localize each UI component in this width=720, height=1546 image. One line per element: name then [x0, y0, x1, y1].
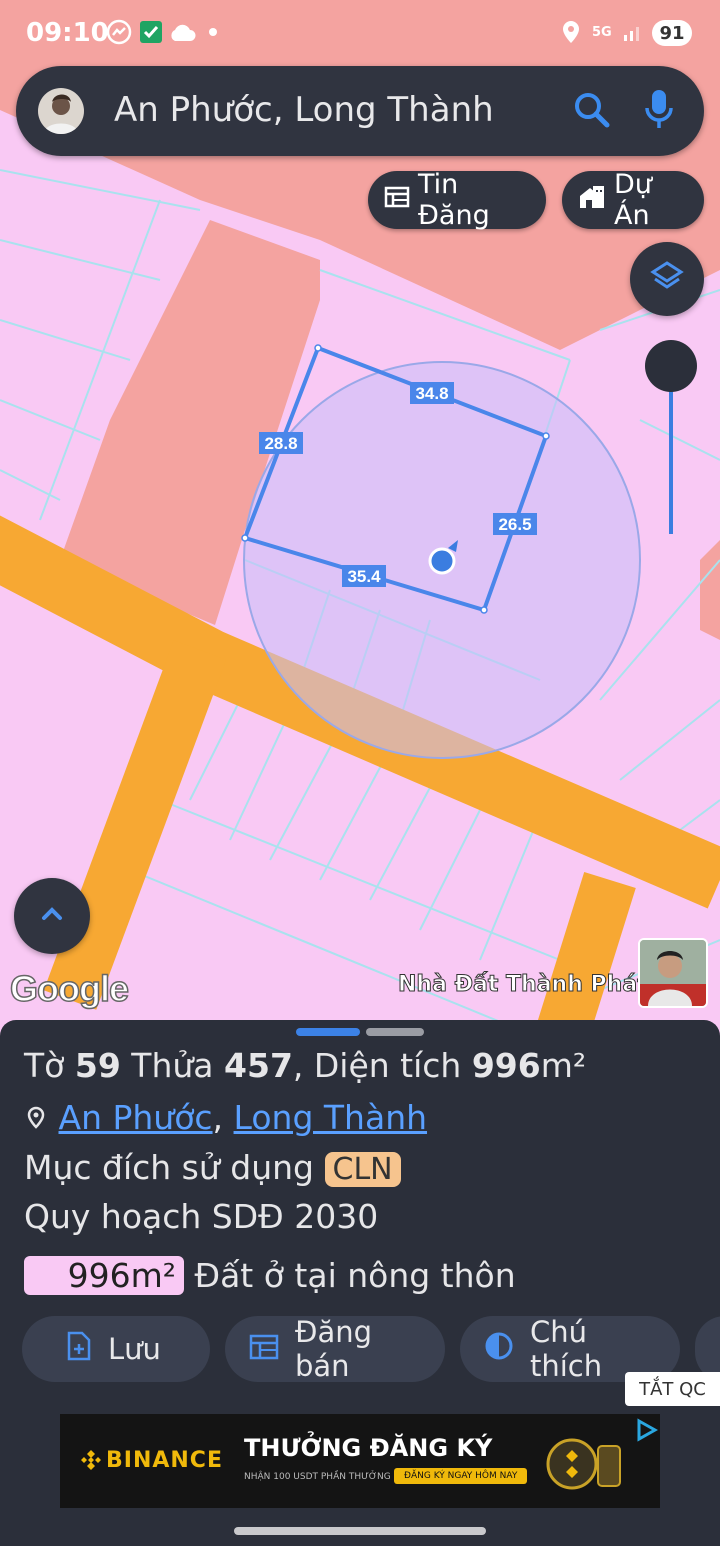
home-gesture-bar[interactable] [234, 1527, 486, 1535]
contrast-icon [484, 1331, 514, 1368]
search-bar[interactable]: An Phước, Long Thành [16, 66, 704, 156]
listing-board-icon [249, 1332, 279, 1367]
du-an-button[interactable]: Dự Án [562, 169, 704, 231]
notification-dot-icon [208, 18, 218, 46]
edge-label-bottom: 35.4 [342, 565, 386, 587]
tin-dang-button[interactable]: Tin Đăng [368, 169, 546, 231]
edge-label-bottom-text: 35.4 [347, 567, 381, 586]
edge-label-left-text: 28.8 [264, 434, 297, 453]
edge-label-top-text: 34.8 [415, 384, 448, 403]
map-view[interactable]: 34.8 28.8 26.5 35.4 [0, 0, 720, 1040]
ad-headline: THƯỞNG ĐĂNG KÝ [244, 1434, 493, 1462]
listing-icon [384, 185, 410, 216]
sheet-number: 59 [74, 1046, 121, 1085]
app-check-icon [138, 18, 164, 46]
battery-level: 91 [652, 20, 692, 46]
sheet-handle[interactable] [296, 1028, 360, 1036]
google-logo: Google [9, 967, 130, 1010]
map-canvas[interactable]: 34.8 28.8 26.5 35.4 [0, 0, 720, 1040]
parcel-summary: Tờ 59 Thửa 457, Diện tích 996m² [24, 1046, 587, 1085]
edge-label-left: 28.8 [259, 432, 303, 454]
close-ad-button[interactable]: TẮT QC [625, 1372, 720, 1406]
plan-title: Quy hoạch SDĐ 2030 [24, 1197, 379, 1236]
ad-choices-icon[interactable] [634, 1418, 659, 1447]
location-outline-icon [24, 1098, 48, 1137]
ad-banner[interactable]: BINANCE THƯỞNG ĐĂNG KÝ NHẬN 100 USDT PHẦ… [60, 1414, 660, 1508]
plan-land-type: Đất ở tại nông thôn [194, 1256, 516, 1295]
signal-icon [622, 18, 644, 46]
edge-label-right-text: 26.5 [498, 515, 531, 534]
edge-label-top: 34.8 [410, 382, 454, 404]
search-icon[interactable] [572, 90, 612, 135]
add-file-icon [66, 1331, 92, 1368]
layers-icon [649, 259, 685, 300]
parcel-number: 457 [224, 1046, 293, 1085]
purpose-code-badge: CLN [324, 1152, 401, 1187]
opacity-slider-knob[interactable] [645, 340, 697, 392]
building-icon [578, 184, 606, 217]
parcel-area: 996 [471, 1046, 541, 1085]
chevron-up-icon [38, 904, 66, 929]
post-sale-button[interactable]: Đăng bán [225, 1315, 445, 1383]
ad-cta[interactable]: ĐĂNG KÝ NGAY HÔM NAY [394, 1468, 528, 1484]
messenger-icon [106, 18, 132, 46]
ad-coin-icon [544, 1426, 624, 1501]
land-use-purpose: Mục đích sử dụng CLN [24, 1148, 401, 1187]
owner-avatar[interactable] [638, 938, 708, 1008]
status-time: 09:10 [26, 18, 109, 48]
ad-brand: BINANCE [80, 1448, 223, 1473]
save-button[interactable]: Lưu [22, 1316, 210, 1382]
location-pin-icon [560, 18, 582, 46]
cloud-icon [168, 18, 196, 46]
ad-subtext: NHẬN 100 USDT PHẦN THƯỞNG [244, 1472, 391, 1482]
district-link[interactable]: Long Thành [234, 1098, 427, 1137]
post-sale-label: Đăng bán [295, 1315, 373, 1383]
sheet-handle-secondary[interactable] [366, 1028, 424, 1036]
du-an-label: Dự Án [614, 169, 652, 231]
network-type: 5G [592, 24, 612, 40]
binance-logo-icon [81, 1450, 101, 1470]
edge-label-right: 26.5 [493, 513, 537, 535]
tin-dang-label: Tin Đăng [418, 169, 490, 231]
parcel-location: An Phước, Long Thành [24, 1098, 427, 1137]
layers-button[interactable] [630, 242, 704, 316]
mic-icon[interactable] [644, 88, 674, 137]
expand-up-button[interactable] [14, 878, 90, 954]
plan-legend-row: 996m² Đất ở tại nông thôn [24, 1256, 516, 1295]
save-label: Lưu [108, 1332, 161, 1366]
user-avatar[interactable] [38, 88, 84, 134]
owner-brand-text: Nhà Đất Thành Phát [398, 972, 649, 998]
search-input[interactable]: An Phước, Long Thành [114, 90, 494, 130]
plan-area-swatch: 996m² [24, 1256, 184, 1295]
ward-link[interactable]: An Phước [59, 1098, 213, 1137]
status-bar: 09:10 5G 91 [0, 0, 720, 64]
